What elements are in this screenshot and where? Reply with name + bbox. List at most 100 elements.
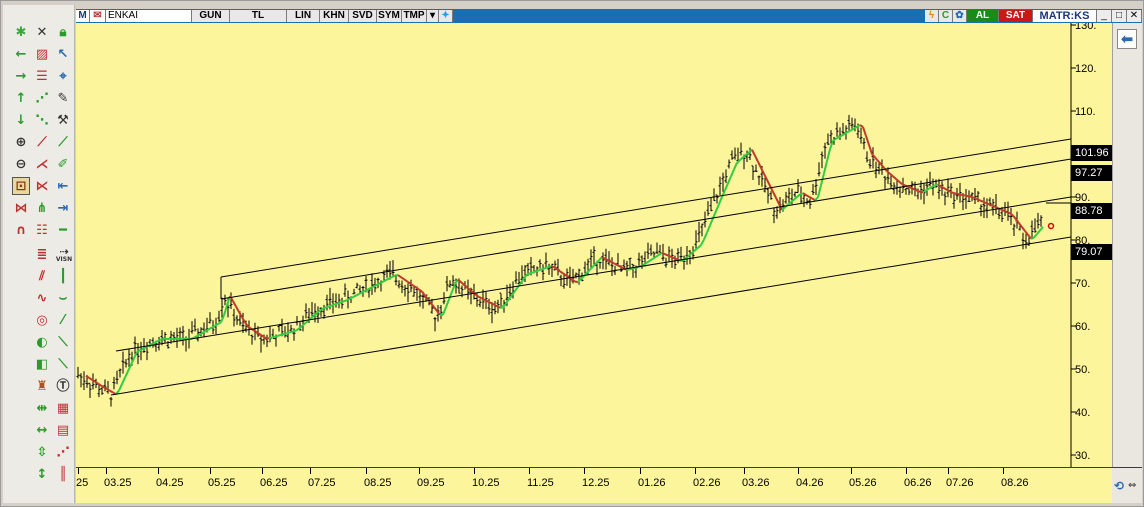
moving-average-segment (151, 341, 156, 345)
moving-average-segment (724, 182, 729, 191)
currency-button[interactable]: TL (230, 10, 287, 22)
moving-average-segment (772, 191, 777, 199)
sym-button[interactable]: SYM (377, 10, 402, 22)
diagonal-icon[interactable]: ⟍ (54, 333, 72, 351)
close-button[interactable]: ✕ (1127, 10, 1142, 22)
m-button[interactable]: M (76, 10, 90, 22)
buy-button[interactable]: AL (967, 10, 999, 22)
dropdown-icon[interactable]: ▾ (427, 10, 439, 22)
grid-lines-icon[interactable]: ▤ (54, 421, 72, 439)
trendline-icon[interactable]: ✕ (33, 23, 51, 41)
zoom-out-icon[interactable]: ⊖ (12, 155, 30, 173)
scale-button[interactable]: LIN (287, 10, 320, 22)
fibonacci-levels-icon[interactable]: ≣ (33, 245, 51, 263)
vertical-line-icon[interactable]: ┃ (54, 267, 72, 285)
cursor-cross-icon[interactable]: ⌖ (54, 67, 72, 85)
twitter-icon[interactable]: ✦ (439, 10, 453, 22)
zigzag-icon[interactable]: ⋈ (12, 199, 30, 217)
arrow-up-icon[interactable]: ↑ (12, 89, 30, 107)
horizontal-line-icon[interactable]: ━ (54, 221, 72, 239)
parallel-channel-icon[interactable]: ☰ (33, 67, 51, 85)
speed-lines-icon[interactable]: ⋌ (33, 155, 51, 173)
arrow-down-icon[interactable]: ↓ (12, 111, 30, 129)
arrow-left-icon[interactable]: ← (12, 45, 30, 63)
fan-lines-icon[interactable]: ⋱ (33, 111, 51, 129)
andrews-pitchfork-icon[interactable]: ⋔ (33, 199, 51, 217)
grid-icon[interactable]: ▦ (54, 399, 72, 417)
x-tick-label: 25 (76, 477, 89, 489)
compress-vertical-icon[interactable]: ⇳ (33, 443, 51, 461)
expand-horizontal-icon[interactable]: ⇹ (33, 399, 51, 417)
gann-fan-icon[interactable]: ⋉ (33, 177, 51, 195)
moving-average-segment (727, 175, 732, 184)
bell-icon[interactable]: ♜ (33, 377, 51, 395)
tmp-button[interactable]: TMP (402, 10, 427, 22)
ray-icon[interactable]: ⟋ (33, 133, 51, 151)
moving-average-segment (895, 178, 900, 183)
moving-average-segment (304, 320, 309, 325)
arrow-right-icon[interactable]: → (12, 67, 30, 85)
sell-button[interactable]: SAT (999, 10, 1033, 22)
moving-average-segment (358, 291, 363, 295)
moving-average-segment (502, 302, 507, 309)
crosshair-icon[interactable]: ✱ (12, 23, 30, 41)
sync-icon[interactable]: ⟲ (1114, 479, 1128, 493)
price-chart[interactable]: 30. 40. 50. 60. 70. 80. 90. 110. 120. 130. 101.96… (76, 23, 1141, 467)
magnet-icon[interactable]: ∩ (12, 221, 30, 239)
moving-average-segment (862, 126, 867, 137)
x-tick-label: 05.26 (849, 477, 877, 489)
moving-average-segment (331, 303, 336, 307)
minimize-button[interactable]: _ (1097, 10, 1112, 22)
scroll-icon[interactable]: ⇔ (1128, 480, 1140, 492)
moving-average-segment (823, 160, 828, 174)
list-left-icon[interactable]: ⇤ (54, 177, 72, 195)
move-horizontal-icon[interactable]: ↔ (33, 421, 51, 439)
refresh-icon[interactable]: C (939, 10, 953, 22)
pointer-icon[interactable]: ↖ (54, 45, 72, 63)
moving-average-segment (322, 306, 327, 310)
arc-icon[interactable]: ⌣ (54, 289, 72, 307)
moving-average-segment (418, 288, 423, 293)
rectangle-icon[interactable]: ◧ (33, 355, 51, 373)
slash-icon[interactable]: ⟍ (54, 355, 72, 373)
y-tick-label: 50. (1075, 364, 1090, 376)
time-zones-icon[interactable]: ║ (54, 465, 72, 483)
line-icon[interactable]: ⟋ (54, 133, 72, 151)
khn-button[interactable]: KHN (320, 10, 349, 22)
list-right-icon[interactable]: ⇥ (54, 199, 72, 217)
svd-button[interactable]: SVD (349, 10, 377, 22)
text-icon[interactable]: Ⓣ (54, 377, 72, 395)
collapse-arrow-icon[interactable]: ⬅ (1117, 29, 1137, 49)
fibonacci-retracement-icon[interactable]: ☷ (33, 221, 51, 239)
period-button[interactable]: GUN (192, 10, 230, 22)
ellipse-icon[interactable]: ◐ (33, 333, 51, 351)
fibonacci-fan-icon[interactable]: ⋰ (33, 89, 51, 107)
moving-average-segment (424, 294, 429, 300)
moving-average-segment (547, 265, 552, 269)
moving-average-segment (616, 264, 621, 268)
pencil-icon[interactable]: ✐ (54, 155, 72, 173)
x-tick (419, 468, 420, 474)
cycle-icon[interactable]: ◎ (33, 311, 51, 329)
fibonacci-time-icon[interactable]: ⋰ (54, 443, 72, 461)
regression-icon[interactable]: ⫽ (33, 267, 51, 285)
symbol-field[interactable]: ENKAI (106, 10, 192, 22)
chart-canvas[interactable]: 30.40.50.60.70.80.90.110.120.130. (76, 23, 1112, 467)
channel-icon[interactable]: ▨ (33, 45, 51, 63)
lightning-icon[interactable]: ϟ (925, 10, 939, 22)
vision-icon[interactable]: ⇢ VISN (54, 245, 74, 263)
x-tick (262, 468, 263, 474)
brush-icon[interactable]: ⁄ (54, 311, 72, 329)
tools-icon[interactable]: ⚒ (54, 111, 72, 129)
lock-icon[interactable]: 🔒︎ (54, 23, 72, 41)
move-vertical-icon[interactable]: ↕ (33, 465, 51, 483)
zoom-area-icon[interactable]: ⊡ (12, 177, 30, 195)
envelope-icon[interactable]: ✉ (90, 10, 106, 22)
drawing-toolbar: ✱ ← → ↑ ↓ ⊕ ⊖ ⊡ ⋈ ∩ ✕ ▨ ☰ ⋰ ⋱ ⟋ ⋌ ⋉ ⋔ ☷ … (3, 5, 75, 503)
moving-average-segment (781, 206, 786, 211)
edit-icon[interactable]: ✎ (54, 89, 72, 107)
zoom-in-icon[interactable]: ⊕ (12, 133, 30, 151)
maximize-button[interactable]: □ (1112, 10, 1127, 22)
wave-icon[interactable]: ∿ (33, 289, 51, 307)
settings-icon[interactable]: ✿ (953, 10, 967, 22)
